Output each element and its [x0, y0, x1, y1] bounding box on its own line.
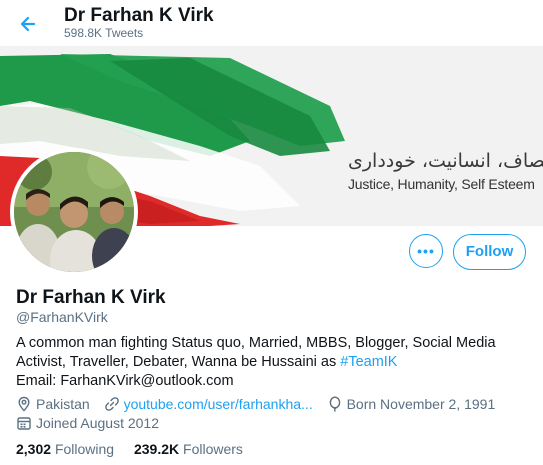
location-pin-icon	[18, 396, 30, 412]
following-count: 2,302	[16, 441, 52, 457]
banner-english-text: Justice, Humanity, Self Esteem	[348, 176, 535, 192]
location-item: Pakistan	[16, 396, 94, 412]
link-icon	[104, 397, 119, 411]
follow-stats: 2,302 Following 239.2K Followers	[16, 441, 243, 457]
banner-urdu-text: انصاف، انسانیت، خودداری	[348, 150, 543, 172]
birthday-item: Born November 2, 1991	[327, 396, 496, 412]
bio-email: Email: FarhanKVirk@outlook.com	[16, 373, 234, 389]
header-title: Dr Farhan K Virk	[64, 5, 214, 26]
joined-text: Joined August 2012	[36, 415, 159, 431]
profile-bio: A common man fighting Status quo, Marrie…	[16, 334, 532, 391]
followers-stat[interactable]: 239.2K Followers	[134, 441, 243, 457]
website-item[interactable]: youtube.com/user/farhankha...	[104, 396, 317, 412]
avatar[interactable]	[14, 152, 134, 272]
following-stat[interactable]: 2,302 Following	[16, 441, 114, 457]
profile-meta-row: Pakistan youtube.com/user/farhankha... B…	[16, 396, 495, 412]
following-label: Following	[54, 441, 115, 457]
profile-handle: @FarhanKVirk	[16, 309, 108, 325]
followers-label: Followers	[183, 441, 243, 457]
top-bar: Dr Farhan K Virk 598.8K Tweets	[0, 0, 543, 46]
avatar-frame	[10, 148, 138, 276]
avatar-photo	[14, 152, 134, 272]
arrow-left-icon	[20, 16, 36, 32]
tweet-count: 598.8K Tweets	[64, 26, 144, 40]
bio-hashtag-link[interactable]: #TeamIK	[340, 354, 397, 370]
balloon-icon	[329, 396, 340, 412]
birthday-text: Born November 2, 1991	[346, 396, 496, 412]
calendar-icon	[17, 417, 31, 430]
profile-name: Dr Farhan K Virk	[16, 287, 166, 308]
follow-button[interactable]: Follow	[453, 234, 526, 270]
back-button[interactable]	[14, 10, 42, 38]
bio-text: A common man fighting Status quo, Marrie…	[16, 335, 496, 370]
followers-count: 239.2K	[133, 441, 180, 457]
joined-row: Joined August 2012	[16, 415, 159, 431]
location-text: Pakistan	[36, 396, 90, 412]
more-options-button[interactable]: •••	[409, 234, 443, 268]
more-dots-icon: •••	[417, 243, 435, 259]
website-link[interactable]: youtube.com/user/farhankha...	[124, 396, 313, 412]
